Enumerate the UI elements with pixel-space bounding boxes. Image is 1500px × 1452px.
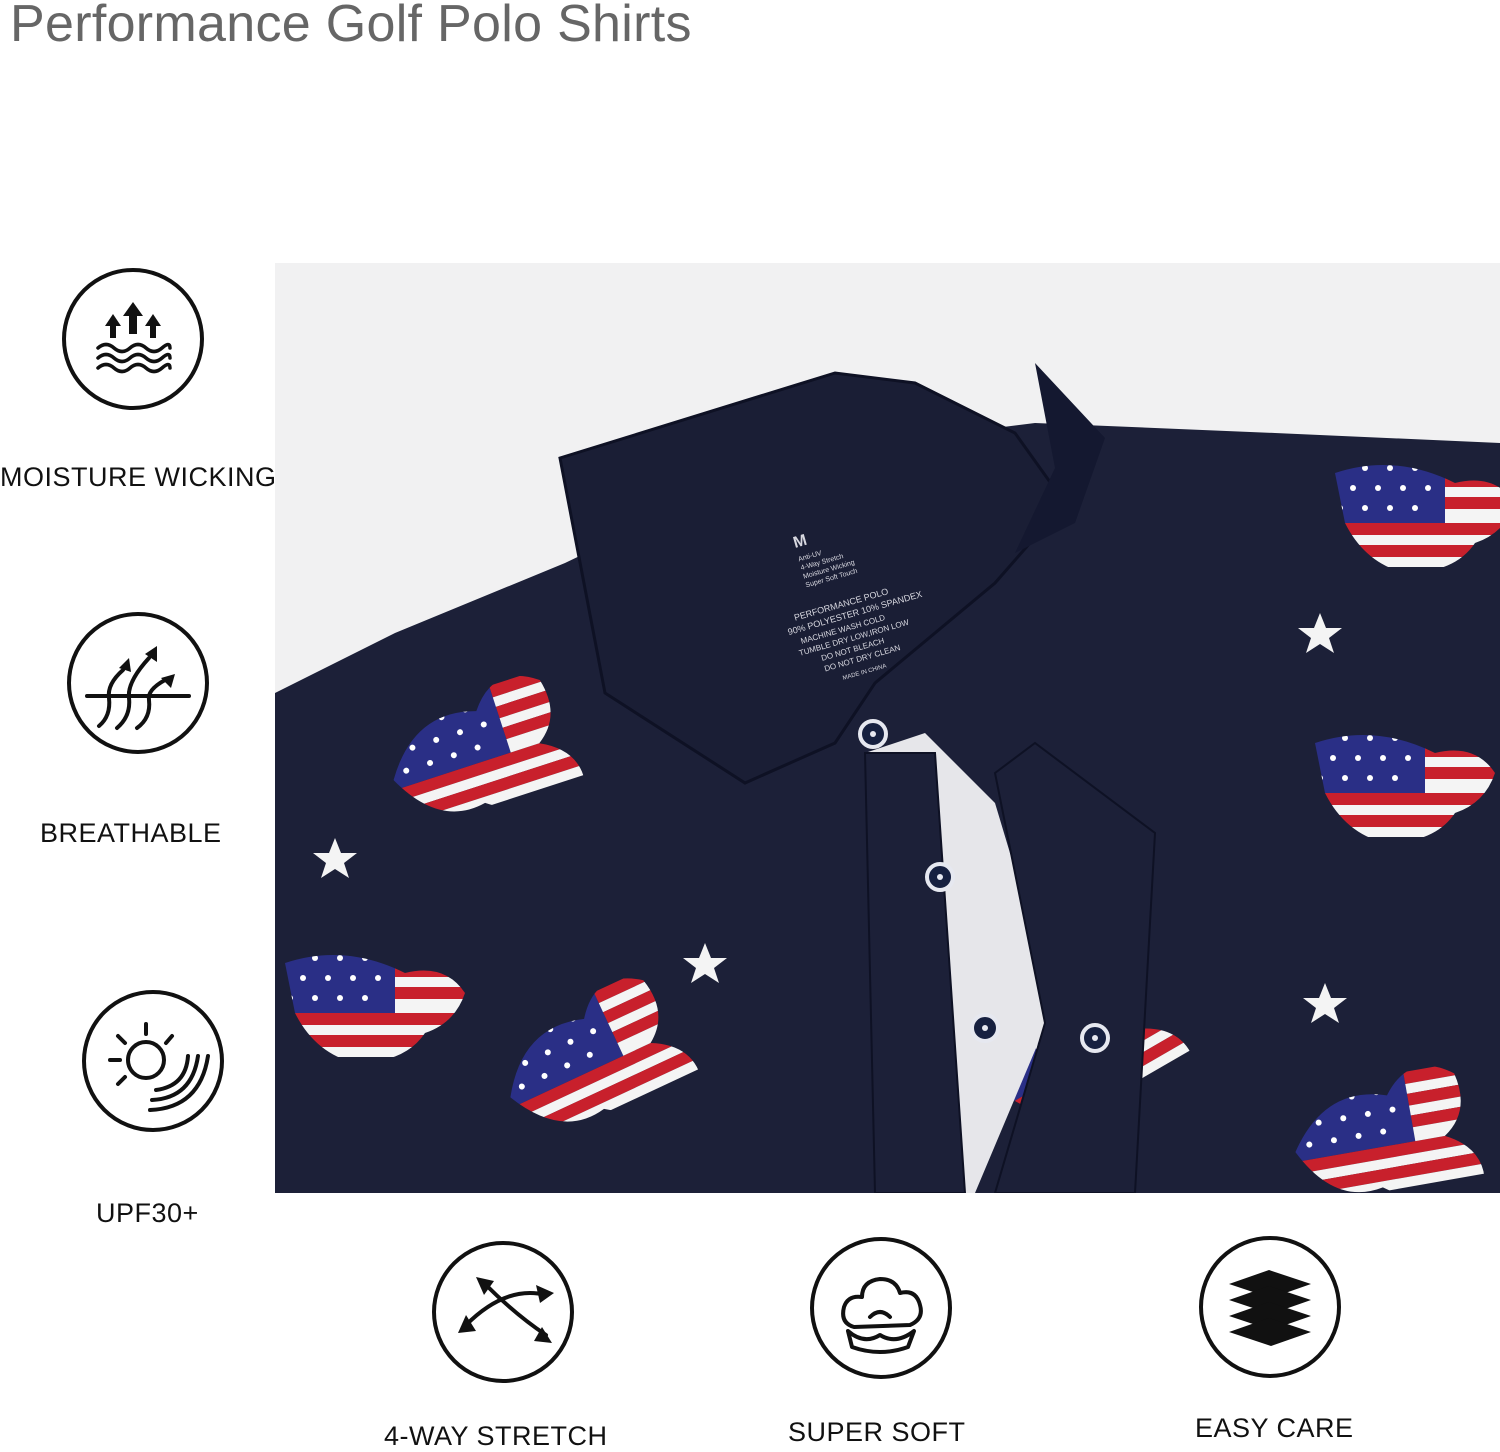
breathable-label: BREATHABLE (40, 818, 222, 848)
stretch-arrows-icon (432, 1241, 574, 1383)
stretch-label: 4-WAY STRETCH (384, 1421, 608, 1451)
moisture-wicking-icon (62, 268, 204, 410)
cotton-icon (810, 1237, 952, 1379)
product-photo: M Anti-UV 4-Way Stretch Moisture Wicking… (275, 263, 1500, 1193)
sun-protection-icon (82, 990, 224, 1132)
layers-icon (1199, 1236, 1341, 1378)
breathable-icon (67, 612, 209, 754)
moisture-wicking-label: MOISTURE WICKING (0, 462, 277, 492)
easy-care-label: EASY CARE (1195, 1413, 1354, 1443)
page-title: Performance Golf Polo Shirts (10, 0, 692, 53)
upf-label: UPF30+ (96, 1198, 199, 1228)
soft-label: SUPER SOFT (788, 1417, 966, 1447)
